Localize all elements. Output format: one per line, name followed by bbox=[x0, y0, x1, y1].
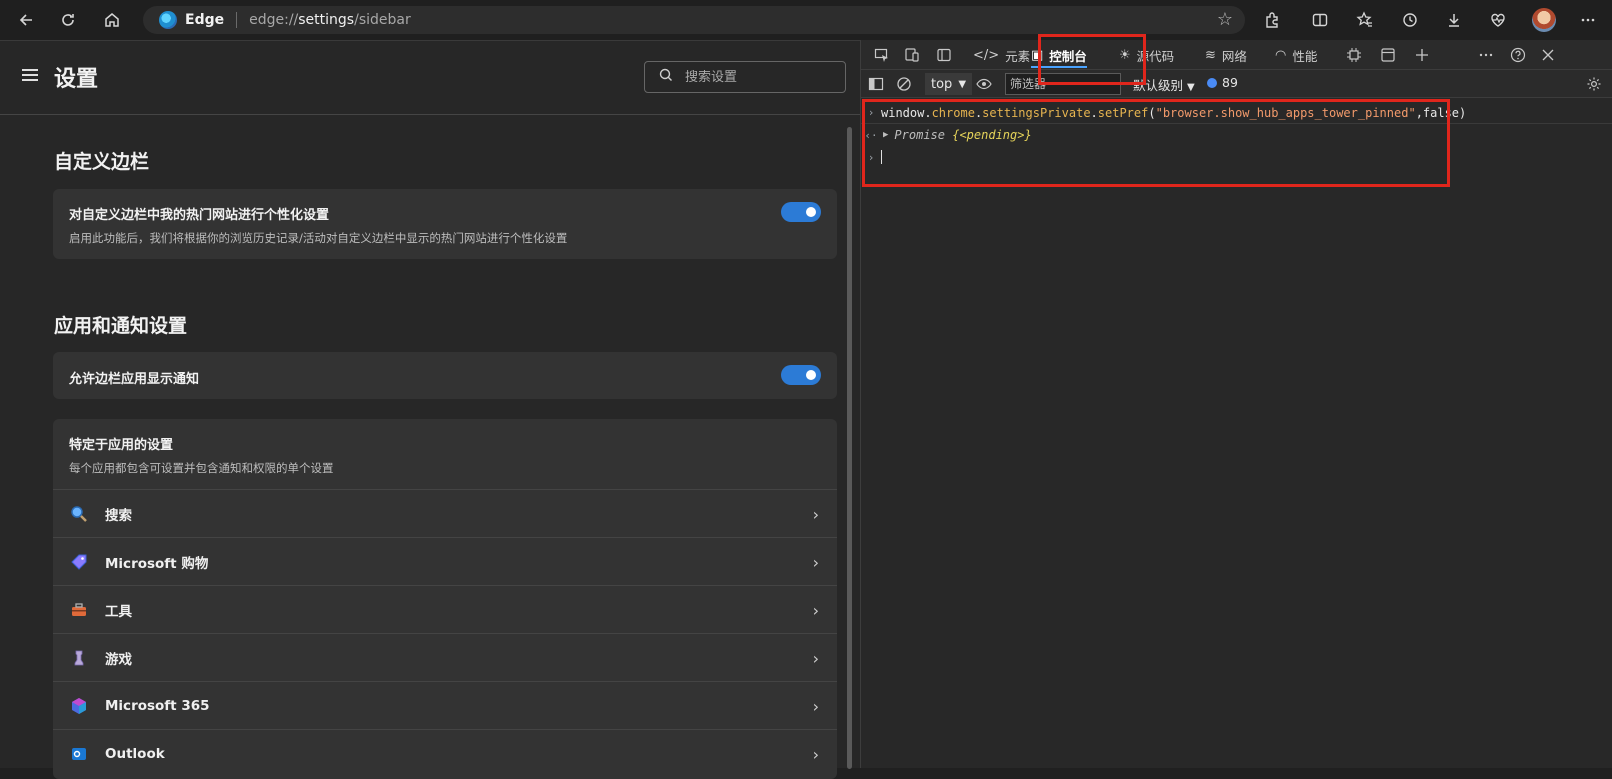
card-title: 对自定义边栏中我的热门网站进行个性化设置 bbox=[69, 208, 330, 223]
console-filter-bar: top▼ 默认级别▼ 89 bbox=[861, 70, 1612, 98]
close-devtools-icon[interactable] bbox=[1537, 44, 1559, 66]
shopping-tag-icon bbox=[69, 552, 89, 572]
message-bubble-icon bbox=[1207, 78, 1217, 88]
console-output[interactable]: › window.chrome.settingsPrivate.setPref(… bbox=[861, 98, 1612, 768]
live-expression-eye-icon[interactable] bbox=[973, 73, 995, 95]
search-icon bbox=[659, 68, 673, 86]
tab-network[interactable]: ≋ 网络 bbox=[1205, 40, 1247, 70]
more-options-icon[interactable] bbox=[1475, 44, 1497, 66]
browser-essentials-heart-icon[interactable] bbox=[1482, 4, 1514, 36]
card-description: 每个应用都包含可设置并包含通知和权限的单个设置 bbox=[69, 461, 334, 475]
back-arrow-icon[interactable] bbox=[10, 4, 42, 36]
dropdown-triangle-icon: ▼ bbox=[1187, 82, 1195, 93]
message-count-badge[interactable]: 89 bbox=[1207, 75, 1238, 90]
page-title: 设置 bbox=[54, 67, 99, 92]
dropdown-triangle-icon: ▼ bbox=[958, 78, 967, 90]
inspect-element-icon[interactable] bbox=[871, 44, 893, 66]
log-levels-dropdown[interactable]: 默认级别 ▼ bbox=[1133, 75, 1195, 94]
list-item[interactable]: Microsoft 365 › bbox=[53, 681, 837, 730]
list-item[interactable]: 游戏 › bbox=[53, 633, 837, 682]
dock-side-icon[interactable] bbox=[933, 44, 955, 66]
bug-icon: ☀ bbox=[1119, 47, 1131, 63]
refresh-icon[interactable] bbox=[52, 4, 84, 36]
settings-search[interactable] bbox=[644, 61, 846, 93]
device-emulation-icon[interactable] bbox=[901, 44, 923, 66]
chevron-right-icon: › bbox=[812, 504, 819, 524]
clear-console-icon[interactable] bbox=[893, 73, 915, 95]
console-filter-input[interactable] bbox=[1005, 73, 1121, 95]
cpu-chip-icon[interactable] bbox=[1343, 44, 1365, 66]
console-command: window.chrome.settingsPrivate.setPref("b… bbox=[881, 105, 1467, 120]
toolbox-icon bbox=[69, 600, 89, 620]
chevron-right-icon: › bbox=[812, 648, 819, 668]
downloads-icon[interactable] bbox=[1438, 4, 1470, 36]
console-settings-gear-icon[interactable] bbox=[1583, 73, 1605, 95]
chevron-right-icon: › bbox=[812, 552, 819, 572]
card-title: 允许边栏应用显示通知 bbox=[69, 372, 200, 387]
wifi-icon: ≋ bbox=[1205, 47, 1216, 63]
context-selector[interactable]: top ▼ bbox=[925, 73, 973, 95]
tab-sources[interactable]: ☀ 源代码 bbox=[1119, 40, 1174, 70]
address-divider bbox=[236, 12, 238, 28]
chevron-right-icon: › bbox=[812, 600, 819, 620]
extensions-puzzle-icon[interactable] bbox=[1256, 4, 1288, 36]
card-app-notifications: 允许边栏应用显示通知 bbox=[53, 352, 837, 399]
help-icon[interactable] bbox=[1507, 44, 1529, 66]
card-title: 特定于应用的设置 bbox=[69, 438, 174, 453]
expand-triangle-icon: ▶ bbox=[883, 130, 889, 140]
outlook-icon bbox=[69, 744, 89, 764]
list-item[interactable]: Microsoft 购物 › bbox=[53, 537, 837, 586]
console-icon: ▣ bbox=[1031, 47, 1044, 63]
history-icon[interactable] bbox=[1394, 4, 1426, 36]
edge-logo-icon bbox=[159, 11, 177, 29]
gauge-icon: ◠ bbox=[1275, 47, 1287, 63]
console-input-line: › window.chrome.settingsPrivate.setPref(… bbox=[861, 102, 1612, 124]
settings-header: 设置 bbox=[0, 41, 860, 115]
chess-piece-icon bbox=[69, 648, 89, 668]
settings-scrollbar[interactable] bbox=[847, 127, 852, 769]
m365-icon bbox=[69, 696, 89, 716]
home-icon[interactable] bbox=[96, 4, 128, 36]
section-title-apps: 应用和通知设置 bbox=[54, 315, 188, 337]
tab-performance[interactable]: ◠ 性能 bbox=[1275, 40, 1317, 70]
card-personalize-sites: 对自定义边栏中我的热门网站进行个性化设置 启用此功能后，我们将根据你的浏览历史记… bbox=[53, 189, 837, 259]
tab-console[interactable]: ▣ 控制台 bbox=[1031, 40, 1087, 70]
text-caret bbox=[881, 150, 882, 164]
prompt-chevron-icon: › bbox=[867, 106, 875, 119]
console-result-line[interactable]: ‹· ▶ Promise {<pending>} bbox=[861, 124, 1612, 146]
profile-avatar[interactable] bbox=[1528, 4, 1560, 36]
add-tab-plus-icon[interactable] bbox=[1411, 44, 1433, 66]
section-title-sidebar: 自定义边栏 bbox=[54, 151, 150, 173]
favorite-star-icon[interactable]: ☆ bbox=[1217, 9, 1233, 30]
card-app-settings: 特定于应用的设置 每个应用都包含可设置并包含通知和权限的单个设置 搜索 › Mi… bbox=[53, 419, 837, 779]
favorites-icon[interactable] bbox=[1349, 4, 1381, 36]
code-brackets-icon: </> bbox=[973, 47, 1000, 63]
list-item[interactable]: Outlook › bbox=[53, 729, 837, 778]
list-item[interactable]: 工具 › bbox=[53, 585, 837, 634]
search-input[interactable] bbox=[685, 69, 835, 85]
chevron-right-icon: › bbox=[812, 696, 819, 716]
address-bar[interactable]: Edge edge://settings/sidebar ☆ bbox=[143, 6, 1245, 34]
personalize-toggle[interactable] bbox=[781, 202, 821, 222]
prompt-chevron-icon: › bbox=[867, 150, 875, 164]
tab-elements[interactable]: </> 元素 bbox=[973, 40, 1030, 70]
application-panel-icon[interactable] bbox=[1377, 44, 1399, 66]
devtools-tabbar: </> 元素 ▣ 控制台 ☀ 源代码 ≋ 网络 ◠ 性能 bbox=[861, 40, 1612, 70]
search-app-icon bbox=[69, 504, 89, 524]
card-description: 启用此功能后，我们将根据你的浏览历史记录/活动对自定义边栏中显示的热门网站进行个… bbox=[69, 231, 568, 245]
settings-page: 设置 自定义边栏 对自定义边栏中我的热门网站进行个性化设置 启用此功能后，我们将… bbox=[0, 40, 860, 779]
result-arrow-icon: ‹· bbox=[864, 128, 878, 142]
notifications-toggle[interactable] bbox=[781, 365, 821, 385]
list-item[interactable]: 搜索 › bbox=[53, 489, 837, 538]
more-menu-icon[interactable] bbox=[1572, 4, 1604, 36]
address-url: edge://settings/sidebar bbox=[249, 12, 411, 28]
split-screen-icon[interactable] bbox=[1304, 4, 1336, 36]
devtools-panel: </> 元素 ▣ 控制台 ☀ 源代码 ≋ 网络 ◠ 性能 top ▼ 筛选器 默… bbox=[860, 40, 1612, 768]
browser-toolbar: Edge edge://settings/sidebar ☆ bbox=[0, 0, 1612, 40]
chevron-right-icon: › bbox=[812, 744, 819, 764]
console-prompt-line[interactable]: › bbox=[861, 146, 1612, 168]
site-name: Edge bbox=[185, 12, 225, 28]
sidebar-toggle-icon[interactable] bbox=[865, 73, 887, 95]
hamburger-menu-icon[interactable] bbox=[22, 69, 38, 84]
